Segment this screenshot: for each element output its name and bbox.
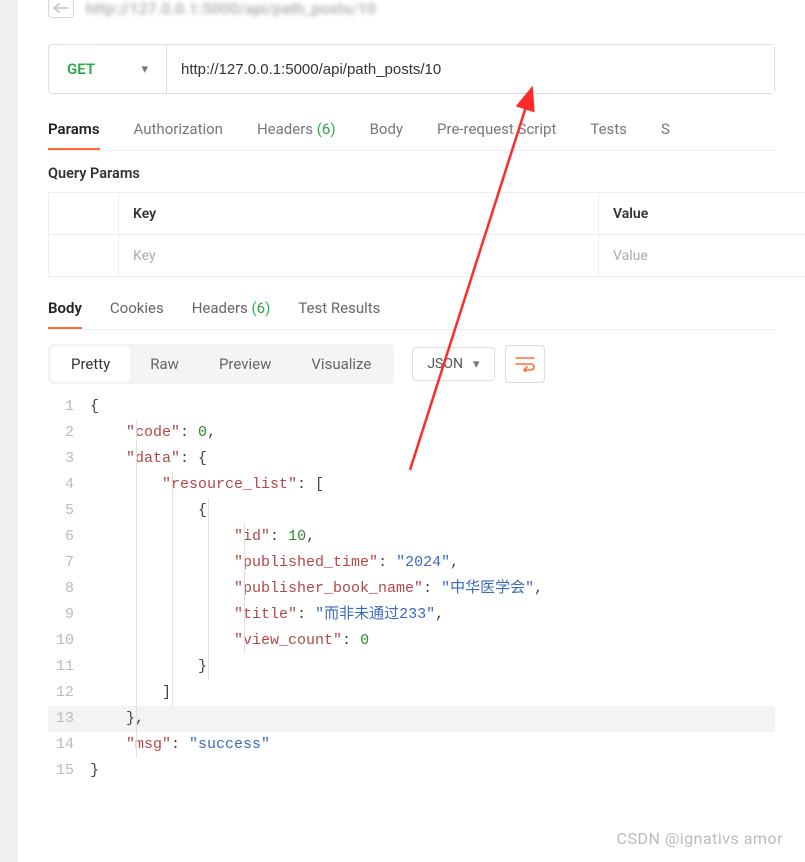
res-headers-count: (6) — [252, 299, 271, 317]
method-select[interactable]: GET ▾ — [49, 45, 167, 93]
query-params-table: Key Value Key Value — [48, 192, 805, 277]
res-tab-body[interactable]: Body — [48, 299, 82, 329]
res-tab-test-results[interactable]: Test Results — [298, 299, 380, 329]
params-value-input[interactable]: Value — [599, 235, 805, 276]
tab-prerequest[interactable]: Pre-request Script — [437, 120, 556, 150]
tab-tests[interactable]: Tests — [590, 120, 627, 150]
response-body[interactable]: 1{ 2 "code": 0, 3 "data": { 4 "resource_… — [48, 394, 775, 784]
tab-headers-label: Headers — [257, 120, 313, 138]
view-pretty[interactable]: Pretty — [51, 347, 130, 381]
res-tab-headers-label: Headers — [192, 299, 248, 317]
tab-body[interactable]: Body — [370, 120, 403, 150]
query-params-title: Query Params — [48, 165, 775, 182]
wrap-icon — [515, 356, 535, 372]
view-tabs: Pretty Raw Preview Visualize — [48, 344, 394, 384]
params-key-input[interactable]: Key — [119, 235, 599, 276]
window-gutter — [0, 0, 18, 862]
url-bar: GET ▾ — [48, 44, 775, 94]
tab-headers[interactable]: Headers (6) — [257, 120, 336, 150]
tab-settings[interactable]: S — [661, 120, 670, 150]
response-tabs: Body Cookies Headers (6) Test Results — [48, 299, 775, 330]
watermark: CSDN @ignativs amor — [617, 829, 783, 848]
back-icon[interactable] — [48, 0, 74, 18]
res-tab-cookies[interactable]: Cookies — [110, 299, 164, 329]
view-raw[interactable]: Raw — [130, 347, 199, 381]
res-tab-headers[interactable]: Headers (6) — [192, 299, 271, 329]
wrap-lines-button[interactable] — [505, 345, 545, 383]
history-row: http://127.0.0.1:5000/api/path_posts/10 — [18, 0, 805, 16]
chevron-down-icon: ▾ — [141, 62, 148, 77]
view-visualize[interactable]: Visualize — [291, 347, 391, 381]
params-key-header: Key — [119, 193, 599, 234]
tab-authorization[interactable]: Authorization — [134, 120, 223, 150]
chevron-down-icon: ▾ — [473, 357, 480, 372]
url-input[interactable] — [167, 45, 774, 93]
format-select[interactable]: JSON ▾ — [412, 347, 494, 381]
tab-params[interactable]: Params — [48, 120, 100, 150]
request-tabs: Params Authorization Headers (6) Body Pr… — [48, 120, 775, 151]
view-preview[interactable]: Preview — [199, 347, 291, 381]
headers-count: (6) — [317, 120, 336, 138]
history-url: http://127.0.0.1:5000/api/path_posts/10 — [86, 0, 376, 18]
format-label: JSON — [427, 356, 463, 372]
params-handle-header — [49, 193, 119, 234]
method-label: GET — [67, 60, 95, 78]
params-value-header: Value — [599, 193, 805, 234]
params-row-handle[interactable] — [49, 235, 119, 276]
